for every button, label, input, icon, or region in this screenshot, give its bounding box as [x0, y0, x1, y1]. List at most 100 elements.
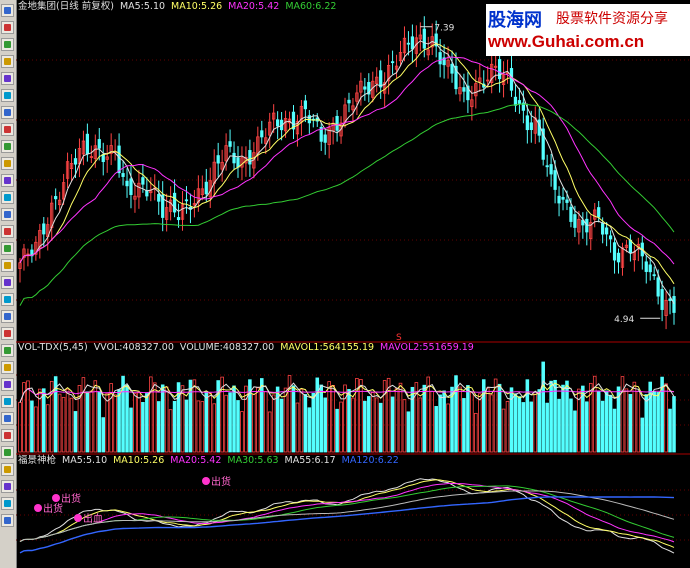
volume-bar	[172, 400, 177, 453]
volume-bar	[644, 394, 649, 453]
volume-bar	[160, 384, 165, 453]
toolbar-button[interactable]	[1, 327, 14, 340]
volume-bar	[557, 398, 561, 453]
volume-bar	[256, 387, 260, 453]
toolbar-button[interactable]	[1, 412, 14, 425]
candle-body	[604, 227, 609, 235]
chart-icon	[4, 41, 11, 48]
volume-bar	[478, 393, 482, 453]
volume-bar	[608, 394, 613, 453]
chart-icon	[4, 211, 11, 218]
volume-bar	[636, 390, 641, 453]
candle-body	[204, 181, 208, 195]
candle-body	[648, 264, 652, 273]
toolbar-button[interactable]	[1, 106, 14, 119]
toolbar-button[interactable]	[1, 361, 14, 374]
toolbar-button[interactable]	[1, 276, 14, 289]
toolbar-button[interactable]	[1, 446, 14, 459]
toolbar-button[interactable]	[1, 225, 14, 238]
volume-bar	[600, 400, 605, 453]
bar-icon	[4, 58, 11, 65]
volume-bar	[137, 392, 141, 453]
toolbar-button[interactable]	[1, 429, 14, 442]
candle-body	[616, 252, 621, 263]
toolbar-button[interactable]	[1, 21, 14, 34]
volume-bar	[489, 394, 494, 453]
volume-bar	[224, 394, 228, 453]
candle-body	[232, 152, 236, 164]
chart-icon	[4, 75, 11, 82]
candle-body	[323, 134, 327, 143]
toolbar-button[interactable]	[1, 497, 14, 510]
volume-bar	[291, 385, 296, 453]
toolbar-button[interactable]	[1, 157, 14, 170]
volume-bar	[307, 407, 312, 453]
candle-body	[668, 298, 672, 301]
volume-bar	[113, 394, 117, 453]
toolbar-button[interactable]	[1, 310, 14, 323]
toolbar-button[interactable]	[1, 55, 14, 68]
volume-bar	[628, 393, 633, 453]
volume-bar	[26, 380, 30, 453]
candle-body	[228, 141, 232, 147]
volume-bar	[513, 393, 518, 453]
toolbar-button[interactable]	[1, 174, 14, 187]
arrow-icon	[4, 7, 11, 14]
volume-bar	[466, 385, 470, 453]
candle-body	[545, 165, 549, 168]
candle-body	[513, 96, 518, 106]
volume-bar	[129, 407, 133, 453]
ma60-line	[19, 103, 675, 306]
volume-bar	[672, 396, 676, 453]
volume-bar	[311, 392, 316, 453]
site-logo: 股海网 股票软件资源分享 www.Guhai.com.cn	[486, 4, 690, 56]
toolbar-button[interactable]	[1, 378, 14, 391]
indicator_header-item: MA5:5.10	[62, 455, 108, 466]
volume-bar	[573, 410, 577, 453]
toolbar-button[interactable]	[1, 123, 14, 136]
toolbar-button[interactable]	[1, 242, 14, 255]
volume-bar	[363, 400, 367, 453]
candle-body	[557, 195, 561, 204]
toolbar-button[interactable]	[1, 4, 14, 17]
volume-bar	[145, 393, 149, 453]
candle-body	[276, 119, 280, 127]
volume-bar	[370, 392, 375, 453]
chart-area[interactable]: 7.39 4.94 S 出货 出货 出血 出货 金地集团(日线 前复权) MA5:5.10 MA…	[16, 0, 690, 568]
volume-bar	[267, 411, 272, 453]
toolbar-button[interactable]	[1, 191, 14, 204]
volume-bar	[45, 404, 50, 453]
left-toolbar	[0, 0, 17, 568]
toolbar-button[interactable]	[1, 463, 14, 476]
toolbar-button[interactable]	[1, 344, 14, 357]
signal-dot	[202, 477, 210, 485]
toolbar-button[interactable]	[1, 72, 14, 85]
candle-body	[260, 130, 264, 138]
candle-body	[335, 115, 339, 131]
toolbar-button[interactable]	[1, 480, 14, 493]
toolbar-button[interactable]	[1, 395, 14, 408]
etf-icon	[4, 245, 11, 252]
toolbar-button[interactable]	[1, 140, 14, 153]
toolbar-button[interactable]	[1, 259, 14, 272]
window-icon	[4, 109, 11, 116]
toolbar-button[interactable]	[1, 293, 14, 306]
candle-body	[569, 206, 573, 222]
low-label: 4.94	[614, 315, 634, 325]
volume-bar	[85, 391, 90, 453]
candle-body	[125, 180, 129, 187]
toolbar-button[interactable]	[1, 514, 14, 527]
chart-icon	[4, 160, 11, 167]
volume-bar	[133, 393, 137, 453]
toolbar-button[interactable]	[1, 38, 14, 51]
toolbar-button[interactable]	[1, 89, 14, 102]
arrow-up-icon	[4, 500, 11, 507]
zoom-icon	[4, 364, 11, 371]
volume-title: VOL-TDX(5,45)	[18, 342, 88, 353]
toolbar-button[interactable]	[1, 208, 14, 221]
candle-body	[438, 52, 442, 65]
main_header-item: MA10:5.26	[171, 1, 223, 12]
volume-bar	[97, 391, 102, 453]
candle-body	[517, 100, 522, 104]
volume-bar	[260, 378, 264, 453]
